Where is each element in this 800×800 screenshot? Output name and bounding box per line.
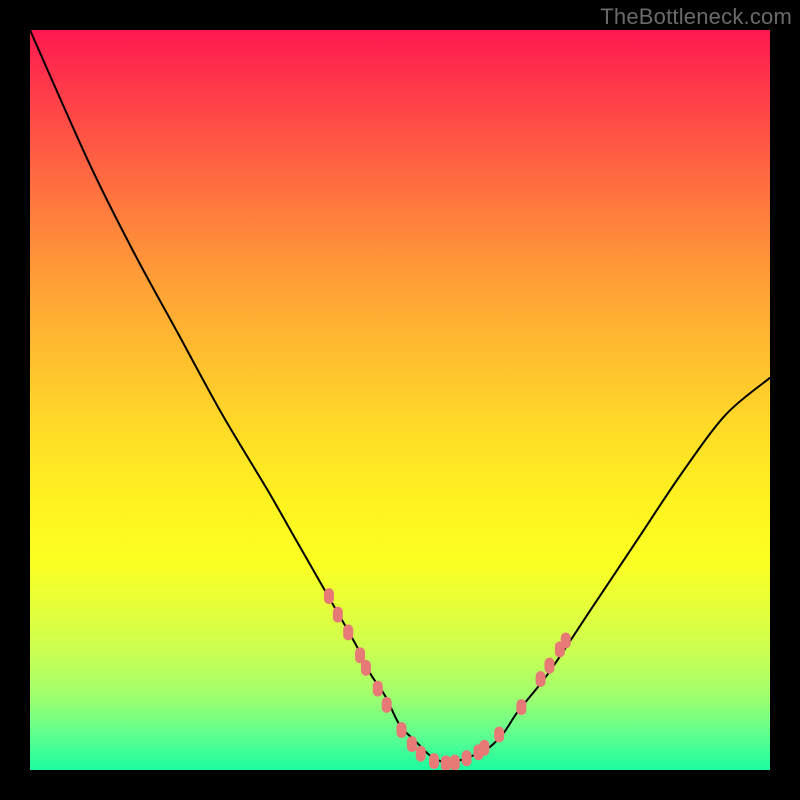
curve-marker [441,755,451,770]
curve-marker [382,697,392,713]
curve-marker [373,681,383,697]
curve-marker [343,624,353,640]
curve-marker [407,736,417,752]
marker-group [324,588,571,770]
curve-marker [462,750,472,766]
plot-area [30,30,770,770]
curve-marker [536,671,546,687]
chart-frame: TheBottleneck.com [0,0,800,800]
curve-marker [561,633,571,649]
bottleneck-curve [30,30,770,763]
curve-marker [361,660,371,676]
bottleneck-plot-svg [30,30,770,770]
curve-marker [416,746,426,762]
curve-marker [333,607,343,623]
curve-marker [479,740,489,756]
curve-marker [429,753,439,769]
curve-marker [450,755,460,770]
curve-marker [544,658,554,674]
curve-marker [396,722,406,738]
curve-marker [516,699,526,715]
watermark-text: TheBottleneck.com [600,4,792,30]
curve-marker [324,588,334,604]
curve-marker [494,726,504,742]
